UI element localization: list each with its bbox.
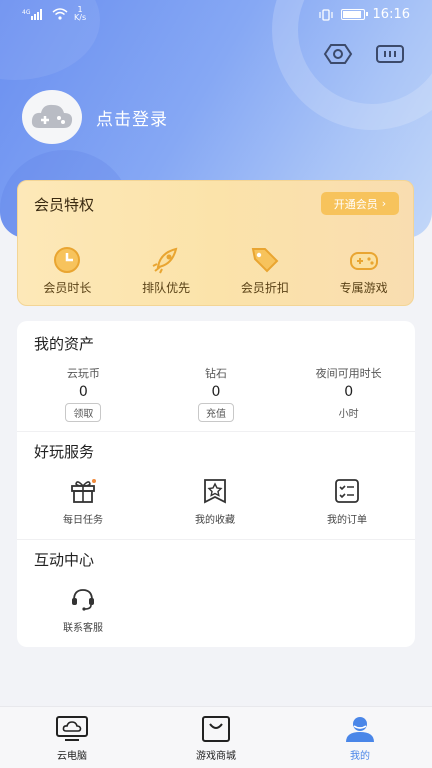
tab-game-store[interactable]: 游戏商城 — [144, 707, 288, 768]
tag-icon — [251, 248, 279, 273]
service-daily-tasks[interactable]: 每日任务 — [17, 477, 149, 526]
tab-mine[interactable]: 我的 — [288, 707, 432, 768]
service-favorites[interactable]: 我的收藏 — [149, 477, 281, 526]
user-icon — [346, 717, 374, 742]
battery-icon — [340, 9, 368, 20]
net-speed: 1 K/s — [74, 6, 86, 22]
tab-cloud-pc[interactable]: 云电脑 — [0, 707, 144, 768]
service-label: 我的订单 — [327, 515, 367, 526]
nav-label: 我的 — [350, 751, 370, 762]
vip-item-label: 会员折扣 — [240, 281, 289, 295]
vip-card: 会员特权 开通会员 › 会员时长 排队优先 会员折扣 专属游戏 — [17, 180, 414, 306]
gamepad-icon — [349, 252, 378, 270]
wifi-icon — [52, 8, 68, 20]
cloud-monitor-icon — [56, 716, 88, 741]
chevron-right-icon: › — [381, 197, 387, 210]
vip-item-exclusive-games[interactable]: 专属游戏 — [314, 245, 413, 296]
service-customer-support[interactable]: 联系客服 — [17, 585, 149, 634]
vip-item-label: 会员时长 — [43, 281, 92, 295]
interaction-row: 联系客服 — [17, 585, 415, 634]
vip-item-discount[interactable]: 会员折扣 — [216, 245, 315, 296]
headset-icon — [72, 589, 94, 611]
asset-label: 钻石 — [205, 367, 227, 380]
avatar[interactable] — [22, 90, 82, 144]
open-vip-button[interactable]: 开通会员 › — [321, 192, 399, 215]
claim-button[interactable]: 领取 — [65, 403, 102, 422]
services-row: 每日任务 我的收藏 我的订单 — [17, 477, 415, 526]
shop-bag-icon — [202, 716, 230, 742]
gift-icon — [71, 479, 96, 503]
asset-value: 0 — [344, 384, 354, 400]
vip-item-priority[interactable]: 排队优先 — [117, 245, 216, 296]
clock-time: 16:16 — [372, 7, 410, 22]
status-bar: 4G 1 K/s 16:16 — [0, 0, 432, 32]
vip-title: 会员特权 — [34, 196, 95, 214]
divider — [17, 431, 415, 432]
rocket-icon — [152, 247, 178, 274]
clock-icon — [54, 247, 81, 273]
vibrate-icon — [318, 8, 333, 21]
asset-value: 0 — [78, 384, 88, 400]
service-orders[interactable]: 我的订单 — [281, 477, 413, 526]
open-vip-label: 开通会员 — [333, 197, 378, 211]
assets-title: 我的资产 — [34, 335, 95, 353]
eye-icon[interactable] — [322, 38, 354, 70]
service-label: 每日任务 — [63, 515, 103, 526]
vip-item-label: 排队优先 — [142, 281, 191, 295]
recharge-button[interactable]: 充值 — [198, 403, 234, 422]
asset-value: 0 — [211, 384, 221, 400]
nav-label: 云电脑 — [57, 751, 87, 762]
service-label: 我的收藏 — [195, 515, 235, 526]
asset-coins: 云玩币 0 领取 — [17, 365, 150, 422]
asset-unit: 小时 — [338, 409, 359, 420]
vip-item-duration[interactable]: 会员时长 — [18, 245, 117, 296]
divider — [17, 539, 415, 540]
profile-card: 我的资产 云玩币 0 领取 钻石 0 充值 夜间可用时长 0 小时 好玩服务 每… — [17, 321, 415, 647]
order-list-icon — [335, 479, 359, 503]
asset-label: 夜间可用时长 — [315, 367, 382, 380]
asset-night-hours: 夜间可用时长 0 小时 — [282, 365, 415, 422]
vip-item-label: 专属游戏 — [339, 281, 388, 295]
star-bookmark-icon — [204, 479, 226, 504]
signal-icon: 4G — [22, 9, 42, 20]
interaction-title: 互动中心 — [34, 551, 95, 569]
bottom-nav: 云电脑 游戏商城 我的 — [0, 706, 432, 768]
asset-label: 云玩币 — [66, 367, 100, 380]
nav-label: 游戏商城 — [196, 751, 236, 762]
assets-row: 云玩币 0 领取 钻石 0 充值 夜间可用时长 0 小时 — [17, 365, 415, 422]
svg-text:4G: 4G — [22, 9, 31, 16]
net-speed-unit: K/s — [74, 13, 87, 22]
game-controller-icon[interactable] — [374, 38, 406, 70]
cloud-gamepad-icon — [31, 104, 73, 128]
login-link[interactable]: 点击登录 — [96, 105, 168, 130]
service-label: 联系客服 — [63, 623, 103, 634]
asset-diamonds: 钻石 0 充值 — [150, 365, 283, 422]
services-title: 好玩服务 — [34, 443, 95, 461]
login-area[interactable]: 点击登录 — [22, 90, 168, 144]
